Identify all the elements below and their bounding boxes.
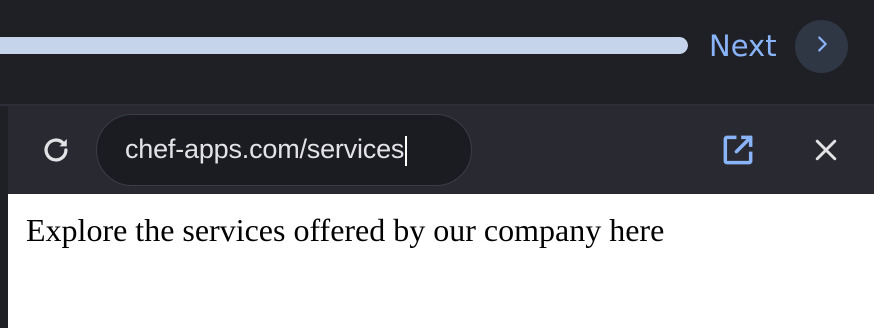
browser-toolbar: chef-apps.com/services bbox=[0, 106, 874, 194]
reload-icon bbox=[39, 133, 73, 172]
url-value: chef-apps.com/services bbox=[125, 134, 405, 165]
text-cursor bbox=[405, 135, 407, 166]
web-page-content: Explore the services offered by our comp… bbox=[8, 194, 874, 328]
next-button[interactable] bbox=[795, 20, 848, 73]
progress-bar-fill bbox=[0, 37, 688, 54]
close-button[interactable] bbox=[804, 130, 848, 174]
url-text[interactable]: chef-apps.com/services bbox=[125, 134, 407, 166]
page-text: Explore the services offered by our comp… bbox=[26, 212, 665, 248]
open-in-new-tab-button[interactable] bbox=[716, 130, 760, 174]
progress-bar bbox=[0, 37, 688, 54]
open-in-new-icon bbox=[719, 131, 757, 174]
chevron-right-icon bbox=[811, 33, 833, 60]
reload-button[interactable] bbox=[36, 132, 76, 172]
left-edge bbox=[0, 106, 8, 328]
top-strip: Next bbox=[0, 0, 874, 104]
close-icon bbox=[811, 135, 841, 170]
next-link[interactable]: Next bbox=[709, 24, 777, 68]
address-bar[interactable]: chef-apps.com/services bbox=[96, 114, 472, 186]
